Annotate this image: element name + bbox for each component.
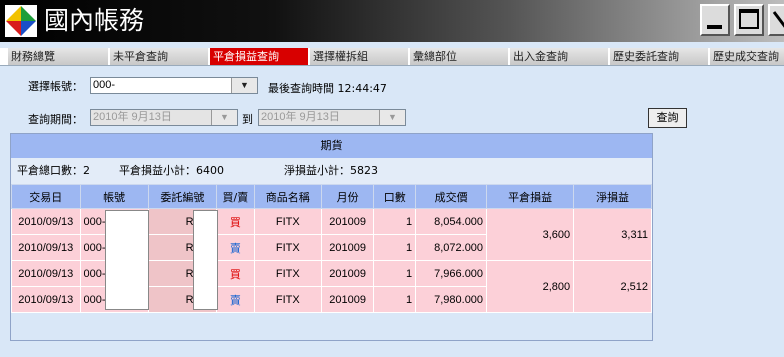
date-from-value: 2010年 9月13日 [93, 111, 172, 123]
account-select[interactable]: 000- ▼ [90, 77, 258, 94]
account-value: 000- [93, 79, 116, 91]
total-lots: 平倉總口數：2 [17, 164, 90, 177]
cell-date: 2010/09/13 [11, 286, 81, 313]
col-header-order-no[interactable]: 委託編號 [147, 184, 218, 209]
redacted-block [193, 210, 218, 310]
cell-price: 8,054.000 [415, 208, 488, 235]
window-title: 國內帳務 [44, 6, 145, 35]
cell-qty: 1 [373, 208, 417, 235]
to-label: 到 [242, 113, 253, 126]
cell-month: 201009 [320, 286, 375, 313]
date-to-value: 2010年 9月13日 [261, 111, 340, 123]
cell-price: 7,966.000 [415, 260, 488, 287]
last-query-time: 最後查詢時間 12:44:47 [268, 82, 387, 95]
chevron-down-icon[interactable]: ▼ [379, 110, 405, 125]
date-from-picker[interactable]: 2010年 9月13日 ▼ [90, 109, 238, 126]
summary-row: 平倉總口數：2 平倉損益小計：6400 淨損益小計：5823 [11, 158, 652, 184]
maximize-button[interactable] [734, 4, 764, 36]
cell-qty: 1 [373, 260, 417, 287]
col-header-qty[interactable]: 口數 [373, 184, 417, 209]
cell-month: 201009 [320, 208, 375, 235]
app-logo-icon [5, 5, 37, 37]
tab-bar: 財務總覽 未平倉查詢 平倉損益查詢 選擇權拆組 彙總部位 出入金查詢 歷史委託查… [0, 48, 784, 66]
maximize-icon [739, 9, 759, 29]
col-header-account[interactable]: 帳號 [79, 184, 149, 209]
title-bar: 國內帳務 [0, 0, 784, 42]
chevron-down-icon[interactable]: ▼ [231, 78, 257, 93]
pnl-subtotal: 平倉損益小計：6400 [119, 164, 224, 177]
cell-qty: 1 [373, 234, 417, 261]
cell-date: 2010/09/13 [11, 234, 81, 261]
cell-net-pnl: 3,311 [573, 208, 652, 261]
table-header: 交易日 帳號 委託編號 買/賣 商品名稱 月份 口數 成交價 平倉損益 淨損益 [11, 184, 652, 209]
query-button[interactable]: 查詢 [648, 108, 687, 128]
cell-date: 2010/09/13 [11, 208, 81, 235]
redacted-block [105, 210, 149, 310]
chevron-down-icon[interactable]: ▼ [211, 110, 237, 125]
minimize-button[interactable] [700, 4, 730, 36]
col-header-product[interactable]: 商品名稱 [253, 184, 322, 209]
cell-closed-pnl: 2,800 [486, 260, 575, 313]
close-button[interactable] [768, 4, 784, 36]
close-icon [772, 11, 784, 28]
tab-deposit-withdrawal[interactable]: 出入金查詢 [508, 48, 608, 65]
cell-side: 買 [216, 208, 255, 235]
cell-price: 8,072.000 [415, 234, 488, 261]
col-header-date[interactable]: 交易日 [11, 184, 81, 209]
cell-month: 201009 [320, 260, 375, 287]
cell-side: 買 [216, 260, 255, 287]
cell-product: FITX [253, 208, 322, 235]
redacted-block [117, 78, 209, 93]
tab-open-positions[interactable]: 未平倉查詢 [108, 48, 208, 65]
account-label: 選擇帳號： [28, 80, 83, 93]
cell-side: 賣 [216, 234, 255, 261]
tab-order-history[interactable]: 歷史委託查詢 [608, 48, 708, 65]
tab-fill-history[interactable]: 歷史成交查詢 [708, 48, 784, 65]
cell-month: 201009 [320, 234, 375, 261]
minimize-icon [707, 25, 722, 29]
tab-closed-pnl[interactable]: 平倉損益查詢 [208, 48, 308, 65]
col-header-price[interactable]: 成交價 [415, 184, 488, 209]
col-header-month[interactable]: 月份 [320, 184, 375, 209]
cell-side: 賣 [216, 286, 255, 313]
tab-option-combo[interactable]: 選擇權拆組 [308, 48, 408, 65]
cell-qty: 1 [373, 286, 417, 313]
cell-product: FITX [253, 234, 322, 261]
col-header-side[interactable]: 買/賣 [216, 184, 255, 209]
cell-net-pnl: 2,512 [573, 260, 652, 313]
tab-position-summary[interactable]: 彙總部位 [408, 48, 508, 65]
cell-date: 2010/09/13 [11, 260, 81, 287]
date-to-picker[interactable]: 2010年 9月13日 ▼ [258, 109, 406, 126]
tab-account-overview[interactable]: 財務總覽 [6, 48, 108, 65]
col-header-closed-pnl[interactable]: 平倉損益 [486, 184, 575, 209]
col-header-net-pnl[interactable]: 淨損益 [573, 184, 652, 209]
cell-product: FITX [253, 260, 322, 287]
net-pnl-subtotal: 淨損益小計：5823 [284, 164, 378, 177]
cell-closed-pnl: 3,600 [486, 208, 575, 261]
cell-product: FITX [253, 286, 322, 313]
period-label: 查詢期間： [28, 113, 83, 126]
panel-title: 期貨 [11, 134, 652, 158]
cell-price: 7,980.000 [415, 286, 488, 313]
